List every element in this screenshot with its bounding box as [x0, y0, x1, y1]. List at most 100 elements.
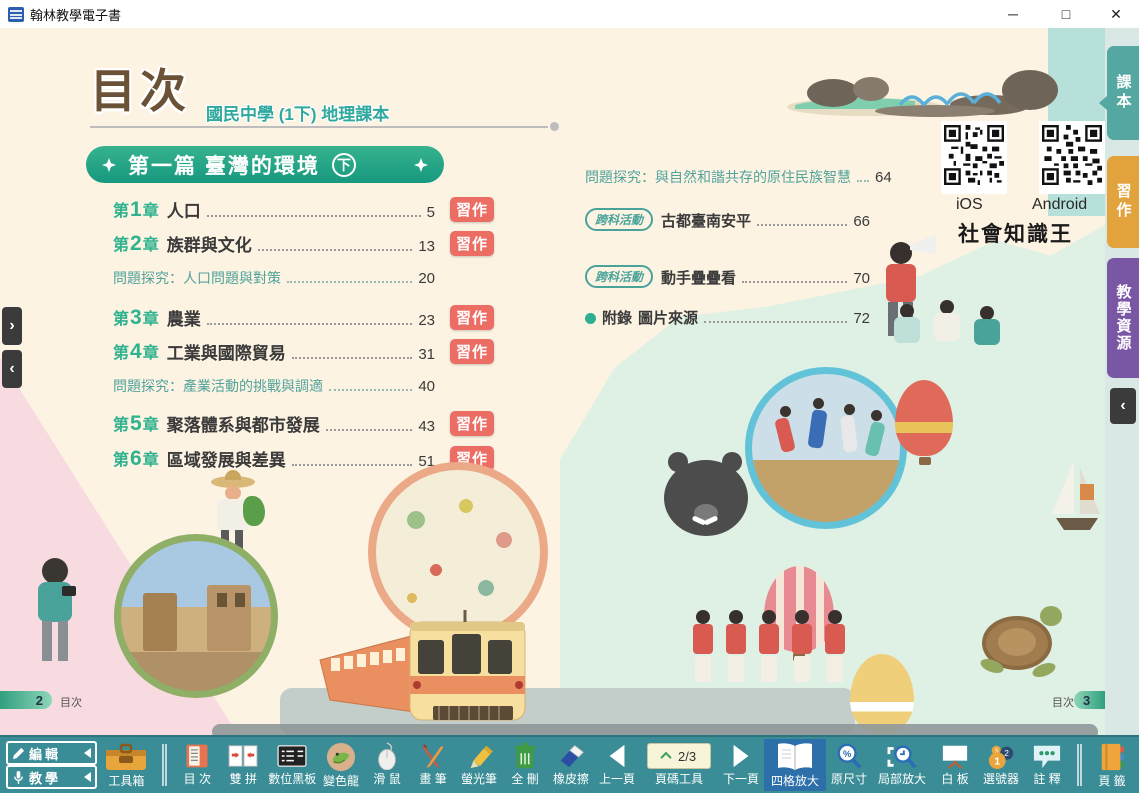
page-indicator: 2/3: [678, 749, 696, 764]
next-page-button[interactable]: 下一頁: [718, 739, 764, 791]
close-button[interactable]: ✕: [1093, 0, 1139, 28]
toc-entry-explore3[interactable]: 問題探究：與自然和諧共存的原住民族智慧64: [585, 167, 870, 187]
workbook-badge[interactable]: 習作: [450, 305, 494, 330]
toolbox-button[interactable]: 工具箱: [97, 739, 155, 791]
sparkle-icon: [414, 158, 428, 172]
tab-textbook[interactable]: 課本: [1107, 46, 1139, 140]
toc-entry-activity2[interactable]: 跨科活動 動手疊疊看70: [585, 265, 870, 288]
eraser-button[interactable]: 橡皮擦: [548, 739, 594, 791]
page-footer-label-left: 目次: [60, 694, 82, 710]
highlighter-button[interactable]: 螢光筆: [456, 739, 502, 791]
whiteboard-button[interactable]: 白 板: [932, 739, 978, 791]
divider-dot: [550, 122, 559, 131]
chameleon-icon: [326, 742, 356, 772]
chevron-left-icon: [84, 748, 91, 758]
left-panel-collapse-button[interactable]: ‹: [2, 350, 22, 388]
workbook-badge[interactable]: 習作: [450, 339, 494, 364]
magnifier-region-icon: [886, 742, 918, 770]
toc-entry-ch5[interactable]: 第5章 聚落體系與都市發展43: [113, 411, 435, 436]
toc-entry-ch3[interactable]: 第3章 農業23: [113, 305, 435, 330]
dual-page-icon: [228, 742, 258, 770]
svg-text:%: %: [843, 749, 852, 759]
svg-text:1: 1: [994, 756, 1000, 767]
eraser-icon: [557, 742, 585, 770]
original-size-button[interactable]: % 原尺寸: [826, 739, 872, 791]
page-number-tool[interactable]: 2/3 頁碼工具: [640, 739, 718, 791]
blackboard-icon: [276, 742, 308, 770]
jumping-photo-circle: [745, 367, 907, 529]
digital-blackboard-button[interactable]: 數位黑板: [266, 739, 318, 791]
qr-code-android: [1039, 121, 1105, 194]
toc-entry-ch2[interactable]: 第2章 族群與文化13: [113, 231, 435, 256]
toc-entry-appendix[interactable]: 附錄 圖片來源 72: [585, 307, 870, 328]
page-subtitle: 國民中學 (1下) 地理課本: [206, 100, 389, 125]
qr-label-ios: iOS: [956, 196, 983, 214]
workbook-badge[interactable]: 習作: [450, 231, 494, 256]
caret-up-icon: [660, 752, 671, 763]
minimize-button[interactable]: ─: [990, 0, 1036, 28]
toolbar-divider: [1077, 744, 1082, 786]
cross-subject-tag: 跨科活動: [585, 208, 653, 231]
mouse-cursor-button[interactable]: 滑 鼠: [364, 739, 410, 791]
qr-code-ios: [941, 121, 1007, 194]
tab-workbook[interactable]: 習作: [1107, 156, 1139, 248]
active-tab-notch: [1099, 96, 1107, 110]
page-number-box[interactable]: 2/3: [647, 743, 711, 769]
chameleon-button[interactable]: 變色龍: [318, 739, 364, 791]
highlighter-icon: [465, 742, 493, 770]
toc-entry-activity1[interactable]: 跨科活動 古都臺南安平66: [585, 208, 870, 231]
page-title: 目次: [90, 55, 190, 121]
arrow-left-icon: [604, 742, 630, 770]
teach-mode-button[interactable]: 教學: [6, 765, 97, 789]
volume-badge: 下: [332, 153, 356, 177]
workbook-badge[interactable]: 習作: [450, 197, 494, 222]
sitting-group-illustration: [892, 300, 1012, 352]
qr-label-android: Android: [1032, 196, 1087, 214]
annotation-button[interactable]: 註 釋: [1024, 739, 1070, 791]
black-bear-illustration: [664, 452, 748, 536]
toc-entry-explore2[interactable]: 問題探究：產業活動的挑戰與調適40: [113, 376, 435, 396]
partial-zoom-button[interactable]: 局部放大: [872, 739, 932, 791]
microphone-icon: [12, 771, 25, 784]
edit-mode-button[interactable]: 編輯: [6, 741, 97, 765]
toc-button[interactable]: 目 次: [174, 739, 220, 791]
sea-turtle-illustration: [980, 598, 1066, 682]
mouse-icon: [375, 742, 399, 770]
page-number-right: 3: [1074, 691, 1105, 709]
pencil-icon: [12, 747, 25, 760]
app-icon: [8, 7, 24, 22]
page-tab-button[interactable]: 頁 籤: [1089, 739, 1135, 791]
number-picker-button[interactable]: 321 選號器: [978, 739, 1024, 791]
workbook-badge[interactable]: 習作: [450, 411, 494, 436]
buildings-photo-circle: [114, 534, 278, 698]
delete-all-button[interactable]: 全 刪: [502, 739, 548, 791]
cross-subject-tag: 跨科活動: [585, 265, 653, 288]
page-footer-label-right: 目次: [1052, 694, 1074, 710]
trash-icon: [512, 742, 538, 770]
bullet-dot: [585, 313, 596, 324]
page-number-left: 2: [0, 691, 52, 709]
magnifier-percent-icon: %: [835, 742, 863, 770]
quad-zoom-button[interactable]: 四格放大: [764, 739, 826, 791]
toc-entry-explore1[interactable]: 問題探究：人口問題與對策20: [113, 268, 435, 288]
open-book-icon: [775, 742, 815, 772]
toc-entry-ch4[interactable]: 第4章 工業與國際貿易31: [113, 339, 435, 364]
dancers-illustration: [692, 610, 872, 706]
dual-page-button[interactable]: 雙 拼: [220, 739, 266, 791]
prev-page-button[interactable]: 上一頁: [594, 739, 640, 791]
right-panel-collapse-button[interactable]: ‹: [1110, 388, 1136, 424]
pen-button[interactable]: 畫 筆: [410, 739, 456, 791]
sparkle-icon: [102, 158, 116, 172]
tab-teaching-resources[interactable]: 教學資源: [1107, 258, 1139, 378]
qr-app-name: 社會知識王: [958, 218, 1073, 248]
arrow-right-icon: [728, 742, 754, 770]
island-bridge-illustration: [785, 55, 1060, 120]
svg-text:2: 2: [1004, 748, 1009, 758]
pen-brush-icon: [419, 742, 447, 770]
toc-entry-ch1[interactable]: 第1章 人口5: [113, 197, 435, 222]
left-panel-expand-button[interactable]: ›: [2, 307, 22, 345]
toc-entry-ch6[interactable]: 第6章 區域發展與差異51: [113, 446, 435, 471]
sailboat-illustration: [1050, 458, 1102, 536]
toc-icon: [183, 742, 211, 770]
maximize-button[interactable]: □: [1043, 0, 1089, 28]
